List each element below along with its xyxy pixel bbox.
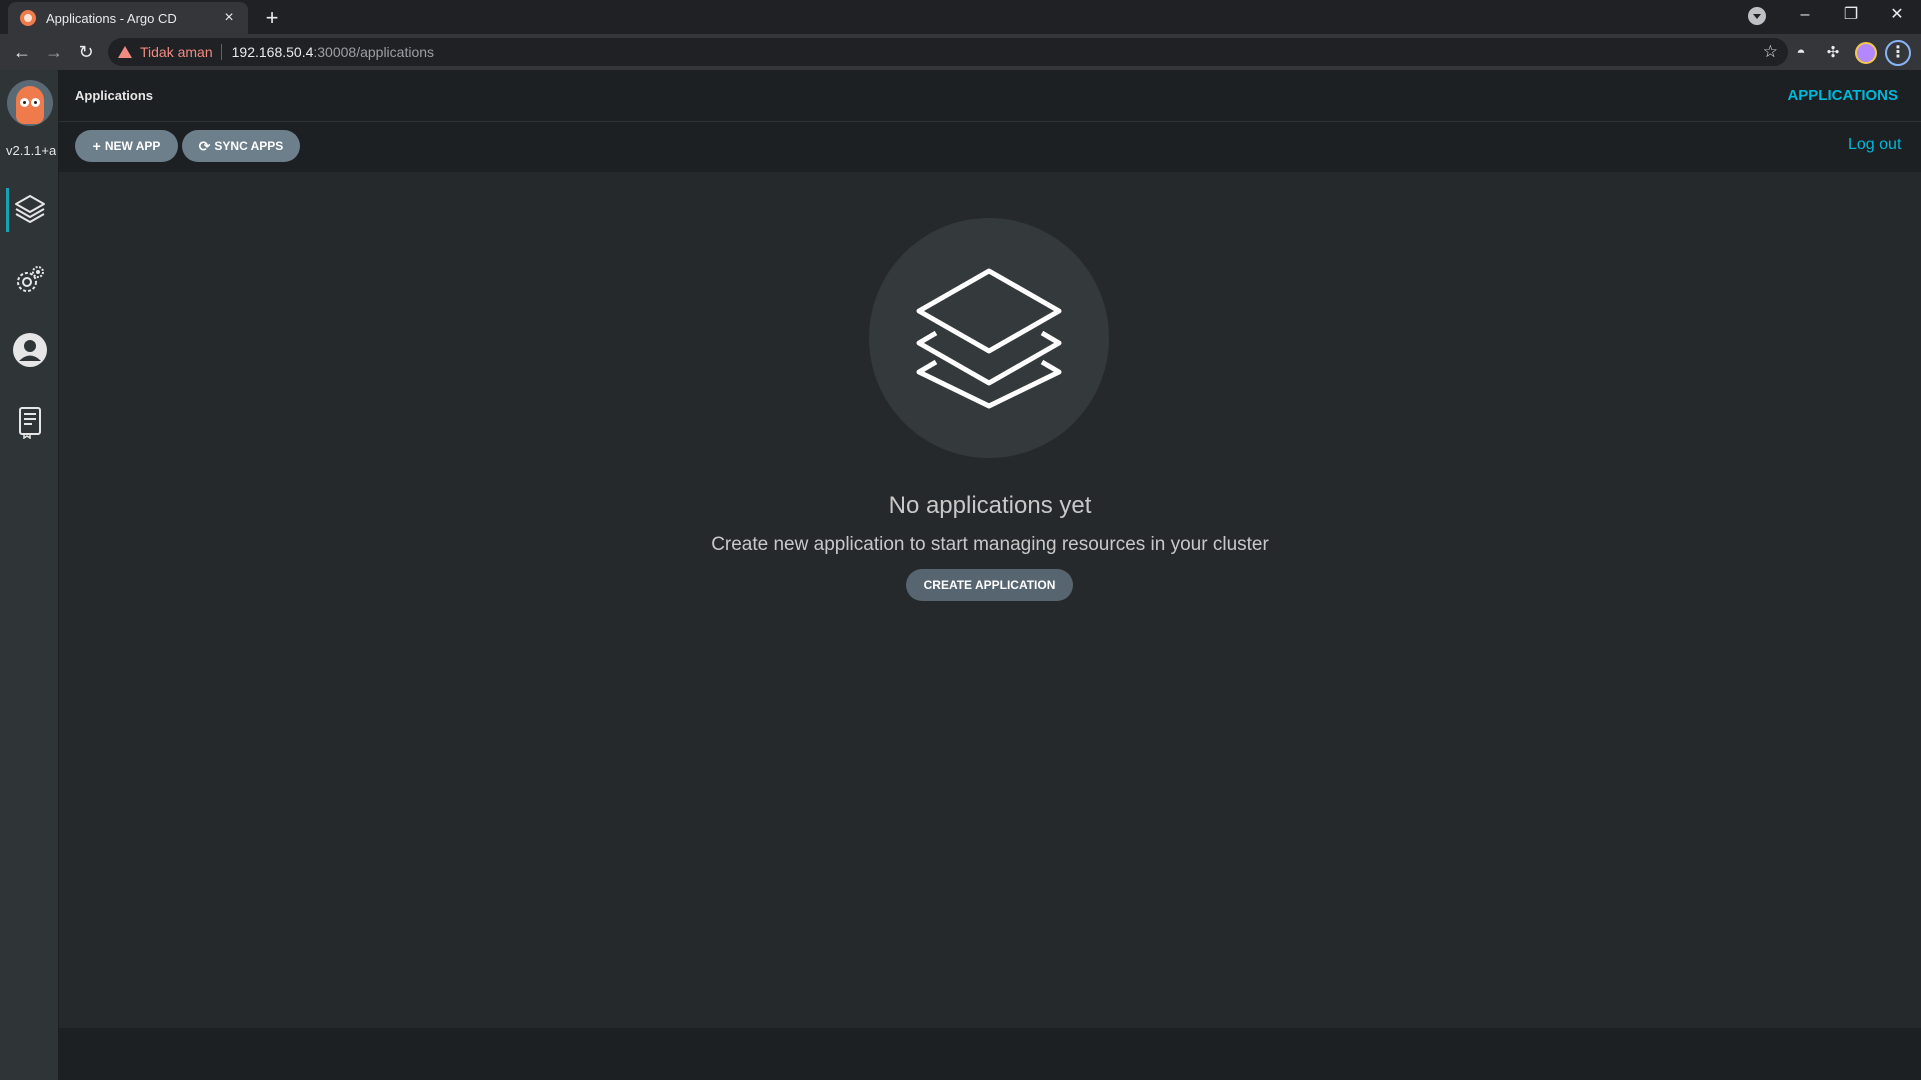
main-content: No applications yet Create new applicati… (59, 172, 1921, 1028)
sidebar-item-applications[interactable] (0, 184, 59, 236)
sidebar-item-documentation[interactable] (0, 396, 59, 448)
version-label: v2.1.1+a (6, 143, 56, 158)
warning-icon (118, 46, 132, 58)
profile-avatar[interactable] (1855, 42, 1877, 64)
bookmark-star-icon[interactable]: ☆ (1763, 42, 1778, 62)
action-bar: / (59, 122, 1921, 214)
user-circle-icon (12, 333, 47, 367)
extensions-puzzle-icon[interactable]: ✣ (1822, 42, 1844, 64)
security-label[interactable]: Tidak aman (140, 44, 213, 60)
url-host: 192.168.50.4 (231, 44, 314, 60)
sidebar: v2.1.1+a (0, 70, 59, 1080)
back-icon[interactable]: ← (8, 38, 36, 66)
sidebar-item-settings[interactable] (0, 254, 59, 306)
empty-state-illustration (869, 218, 1109, 458)
logo-eye-left (20, 98, 29, 107)
argo-favicon-icon (20, 10, 36, 26)
book-icon (18, 407, 41, 439)
argo-page: v2.1.1+a Applications APPLICATIONS Searc… (0, 70, 1921, 1080)
sync-icon: ⟳ (198, 137, 211, 154)
page-title: APPLICATIONS (1787, 87, 1898, 104)
browser-toolbar: ← → ↻ Tidak aman 192.168.50.4 :30008/app… (0, 34, 1921, 70)
restore-icon[interactable]: ❐ (1828, 0, 1874, 32)
plus-icon: + (92, 138, 101, 154)
gears-icon (16, 266, 44, 292)
empty-state-subtitle: Create new application to start managing… (711, 534, 1269, 555)
sidebar-item-user-info[interactable] (0, 324, 59, 376)
layers-icon (14, 195, 45, 223)
tab-search-icon[interactable] (1748, 7, 1766, 25)
tab-close-icon[interactable]: × (220, 9, 238, 27)
page-footer (59, 1028, 1921, 1080)
browser-tab[interactable]: Applications - Argo CD × (8, 2, 248, 34)
tab-title: Applications - Argo CD (46, 10, 177, 26)
logout-link[interactable]: Log out (1848, 136, 1901, 154)
browser-window: Applications - Argo CD × + – ❐ ✕ ← → ↻ T… (0, 0, 1921, 1080)
sync-apps-button[interactable]: ⟳ SYNC APPS (182, 130, 300, 162)
create-application-button[interactable]: CREATE APPLICATION (906, 569, 1073, 601)
tab-strip: Applications - Argo CD × + – ❐ ✕ (0, 0, 1921, 34)
argo-logo[interactable] (7, 80, 53, 126)
forward-icon[interactable]: → (40, 38, 68, 66)
empty-state-title: No applications yet (888, 492, 1092, 519)
sync-apps-label: SYNC APPS (214, 139, 284, 153)
minimize-icon[interactable]: – (1782, 0, 1828, 32)
new-tab-button[interactable]: + (258, 4, 286, 32)
close-window-icon[interactable]: ✕ (1874, 0, 1920, 32)
new-app-button[interactable]: + NEW APP (75, 130, 178, 162)
breadcrumb[interactable]: Applications (75, 88, 153, 103)
reload-icon[interactable]: ↻ (72, 38, 100, 66)
extension-incognito-icon[interactable]: ◓ (1790, 42, 1812, 64)
address-bar[interactable]: Tidak aman 192.168.50.4 :30008/applicati… (108, 38, 1788, 66)
new-app-label: NEW APP (104, 139, 161, 153)
logo-eye-right (31, 98, 40, 107)
page-topbar: Applications APPLICATIONS (59, 70, 1921, 122)
layers-icon (916, 268, 1062, 408)
omnibox-divider (220, 44, 222, 60)
browser-menu-icon[interactable]: ⋮ (1885, 40, 1911, 66)
url-path: :30008/applications (313, 44, 435, 60)
